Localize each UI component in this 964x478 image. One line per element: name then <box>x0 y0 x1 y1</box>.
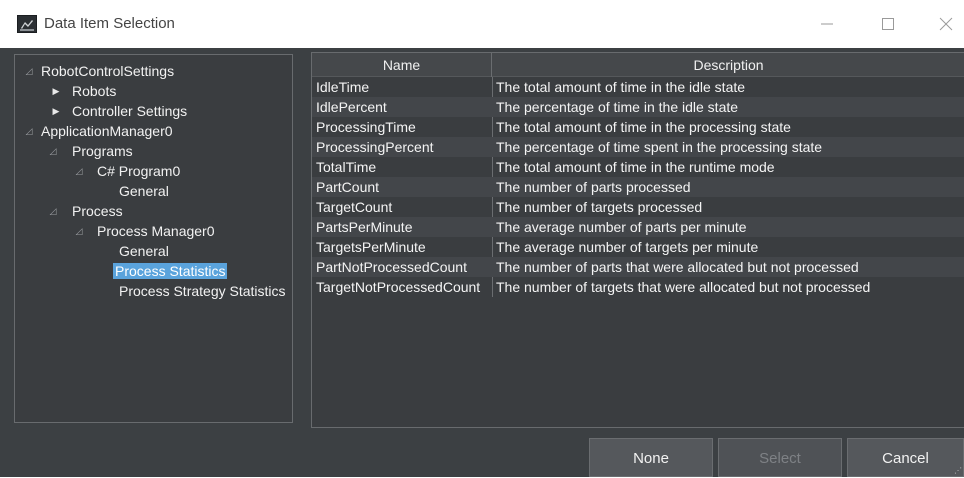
close-icon[interactable] <box>931 10 961 38</box>
window-title: Data Item Selection <box>44 15 175 32</box>
maximize-icon[interactable] <box>873 10 903 38</box>
cell-description: The total amount of time in the processi… <box>496 119 791 135</box>
cell-name: TargetsPerMinute <box>316 239 426 255</box>
expanded-arrow-icon[interactable]: ◿ <box>73 221 85 241</box>
tree-item-general[interactable]: General <box>119 241 169 261</box>
table-row[interactable]: PartsPerMinute The average number of part… <box>312 217 964 237</box>
table-row[interactable]: IdlePercent The percentage of time in the… <box>312 97 964 117</box>
cell-description: The number of targets processed <box>496 199 703 215</box>
column-header-description[interactable]: Description <box>492 53 964 77</box>
cell-description: The percentage of time in the idle state <box>496 99 739 115</box>
expanded-arrow-icon[interactable]: ◿ <box>47 141 59 161</box>
cell-description: The average number of targets per minute <box>496 239 759 255</box>
cell-name: PartCount <box>316 179 380 195</box>
column-header-name[interactable]: Name <box>312 53 492 77</box>
select-button[interactable]: Select <box>718 438 842 477</box>
expanded-arrow-icon[interactable]: ◿ <box>47 201 59 221</box>
cell-name: IdleTime <box>316 79 370 95</box>
resize-grip-icon[interactable]: ⋰ <box>954 467 962 475</box>
table-header: Name Description <box>312 53 964 77</box>
cell-description: The total amount of time in the idle sta… <box>496 79 746 95</box>
tree-item-process-statistics[interactable]: Process Statistics <box>113 261 228 281</box>
data-item-table[interactable]: Name Description IdleTime The total amoun… <box>311 52 964 428</box>
dialog-body: ◿ RobotControlSettings ▶ Robots ▶ Contro… <box>0 48 964 477</box>
table-row[interactable]: TargetsPerMinute The average number of ta… <box>312 237 964 257</box>
cell-description: The total amount of time in the runtime … <box>496 159 775 175</box>
cell-description: The number of parts that were allocated … <box>496 259 859 275</box>
cancel-button[interactable]: Cancel <box>847 438 964 477</box>
table-row[interactable]: ProcessingTime The total amount of time i… <box>312 117 964 137</box>
cell-name: PartsPerMinute <box>316 219 413 235</box>
table-row[interactable]: TargetCount The number of targets process… <box>312 197 964 217</box>
table-row[interactable]: PartCount The number of parts processed <box>312 177 964 197</box>
minimize-icon[interactable] <box>812 10 842 38</box>
table-row[interactable]: TargetNotProcessedCount The number of tar… <box>312 277 964 297</box>
collapsed-arrow-icon[interactable]: ▶ <box>50 81 62 101</box>
none-button[interactable]: None <box>589 438 713 477</box>
data-item-tree[interactable]: ◿ RobotControlSettings ▶ Robots ▶ Contro… <box>14 54 293 423</box>
cell-name: TotalTime <box>316 159 377 175</box>
cell-description: The number of parts processed <box>496 179 691 195</box>
table-row[interactable]: PartNotProcessedCount The number of parts… <box>312 257 964 277</box>
expanded-arrow-icon[interactable]: ◿ <box>23 61 35 81</box>
collapsed-arrow-icon[interactable]: ▶ <box>50 101 62 121</box>
cell-name: TargetNotProcessedCount <box>316 279 481 295</box>
cell-description: The number of targets that were allocate… <box>496 279 871 295</box>
app-robot-icon <box>17 15 37 33</box>
dialog-window: Data Item Selection ◿ RobotControlSettin… <box>0 0 964 477</box>
cell-name: ProcessingTime <box>316 119 416 135</box>
tree-item-general[interactable]: General <box>119 181 169 201</box>
table-row[interactable]: IdleTime The total amount of time in the … <box>312 77 964 97</box>
expanded-arrow-icon[interactable]: ◿ <box>73 161 85 181</box>
cell-name: IdlePercent <box>316 99 387 115</box>
cell-description: The percentage of time spent in the proc… <box>496 139 823 155</box>
table-row[interactable]: ProcessingPercent The percentage of time … <box>312 137 964 157</box>
expanded-arrow-icon[interactable]: ◿ <box>23 121 35 141</box>
cell-description: The average number of parts per minute <box>496 219 747 235</box>
table-row[interactable]: TotalTime The total amount of time in the… <box>312 157 964 177</box>
cell-name: ProcessingPercent <box>316 139 434 155</box>
cell-name: PartNotProcessedCount <box>316 259 467 275</box>
title-bar[interactable]: Data Item Selection <box>0 0 964 48</box>
cell-name: TargetCount <box>316 199 393 215</box>
tree-item-process-strategy-statistics[interactable]: Process Strategy Statistics <box>119 281 286 301</box>
